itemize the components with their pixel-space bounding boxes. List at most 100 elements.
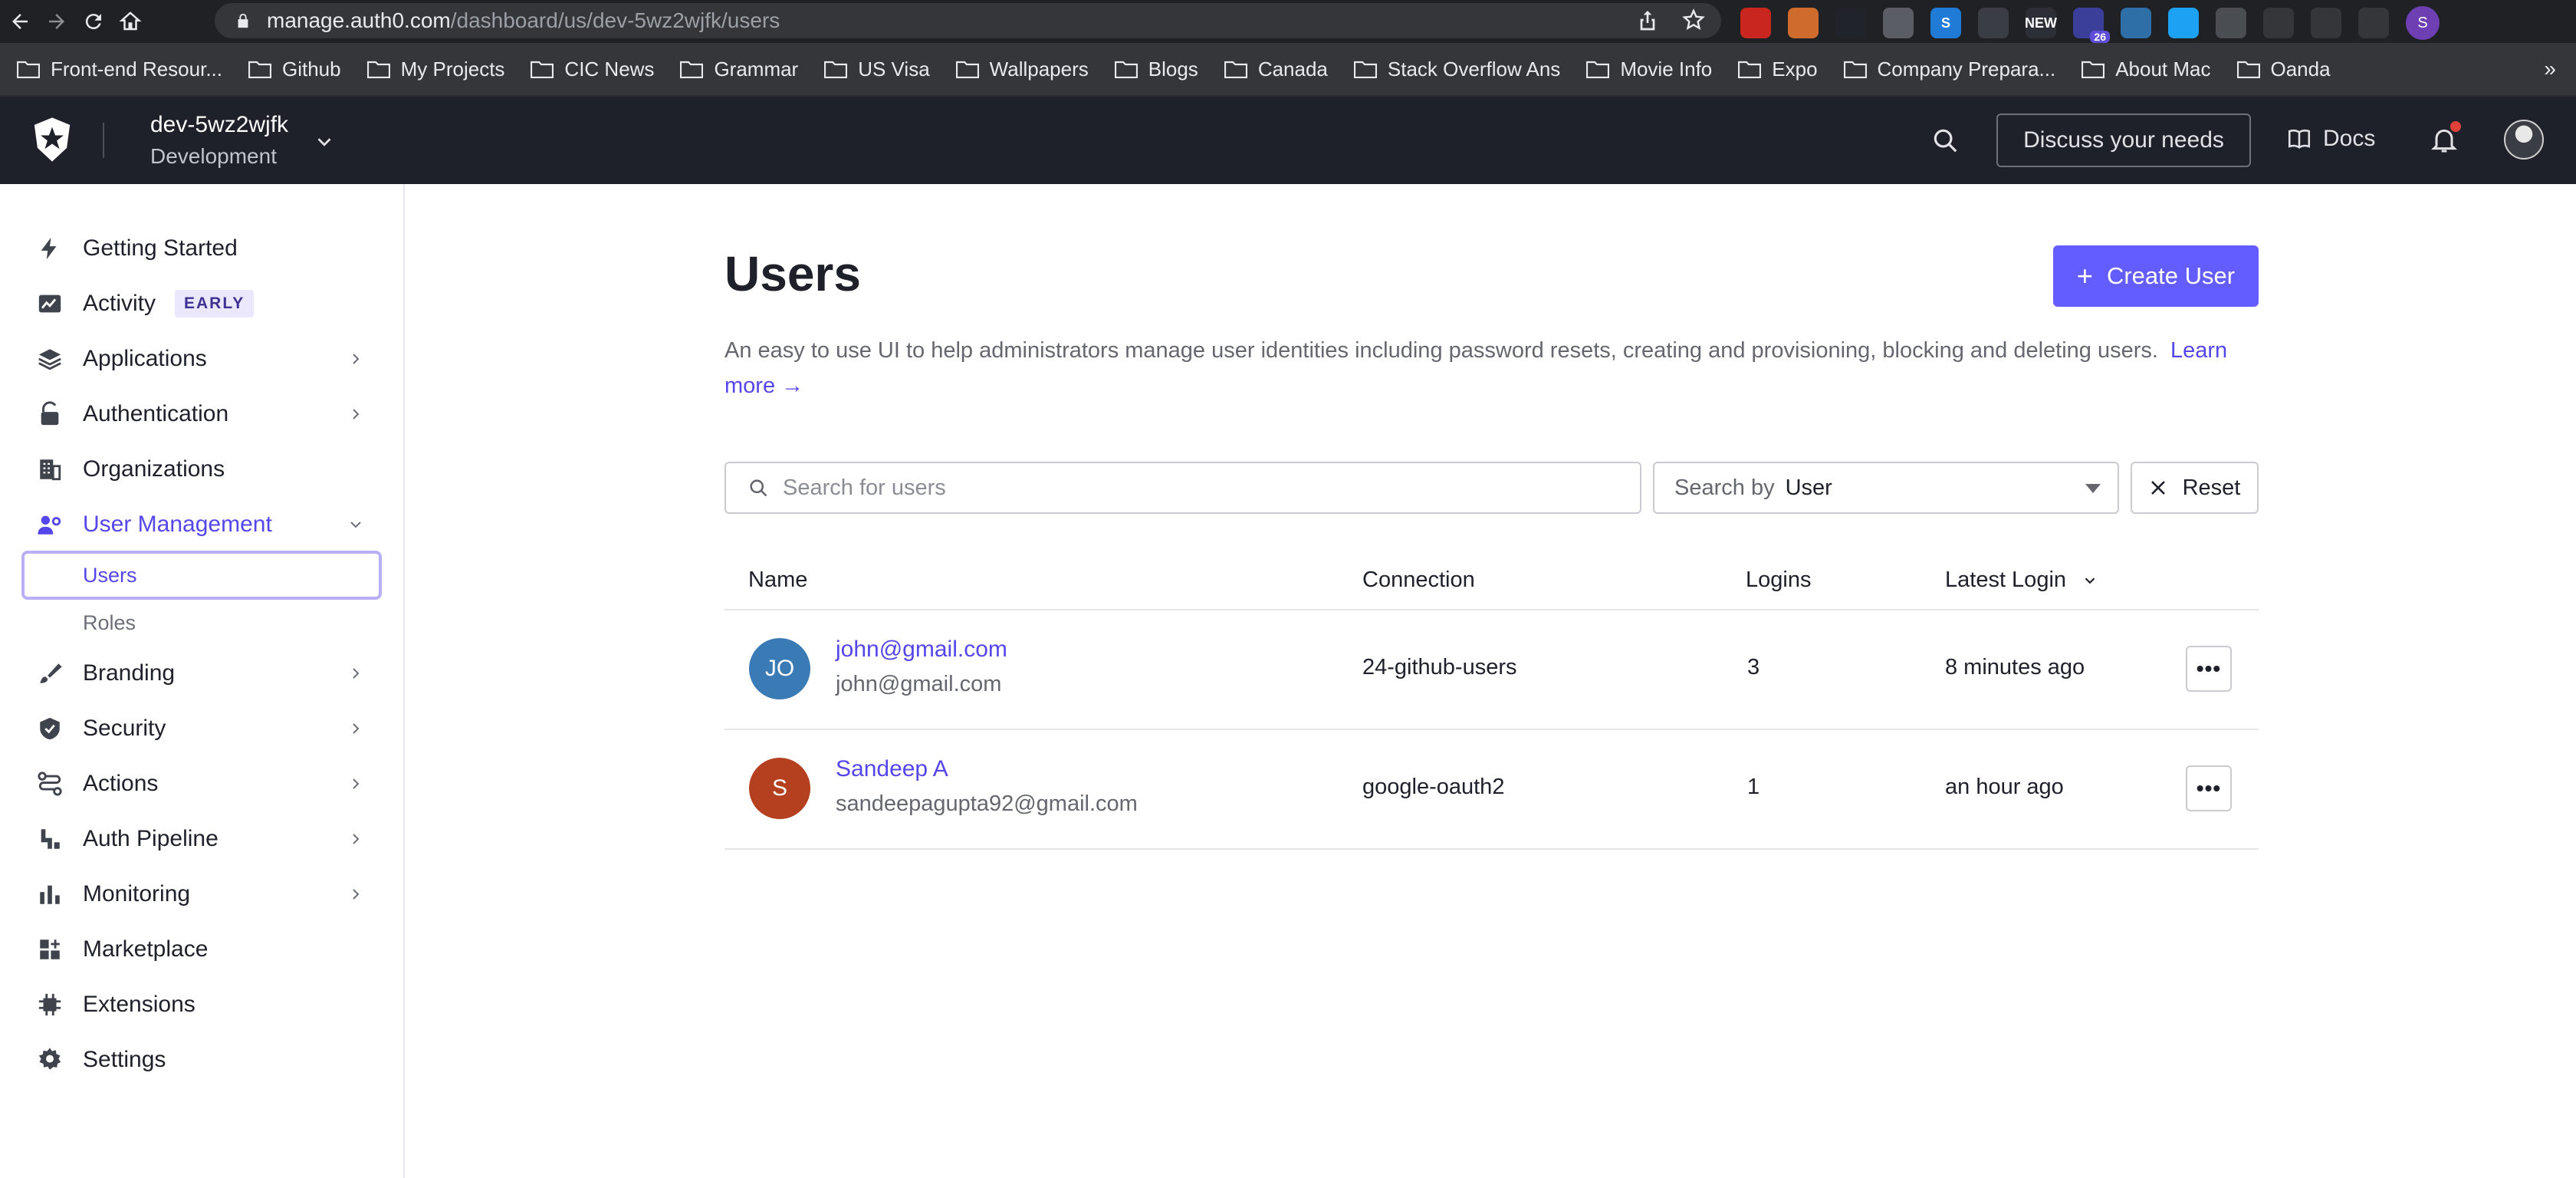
header-divider	[103, 123, 104, 158]
sidebar-item-organizations[interactable]: Organizations	[0, 445, 405, 494]
activity-chart-icon	[35, 289, 64, 318]
home-button[interactable]	[113, 5, 147, 38]
bookmark-label: Company Prepara...	[1877, 57, 2056, 81]
sidebar-item-label: Marketplace	[83, 936, 209, 962]
sidepanel-icon[interactable]	[2358, 8, 2389, 38]
new-icon[interactable]: NEW	[2025, 8, 2057, 38]
folder-icon	[955, 61, 979, 78]
pipeline-icon	[35, 824, 64, 854]
sidebar-item-monitoring[interactable]: Monitoring	[0, 870, 405, 919]
bookmark-label: Expo	[1772, 57, 1818, 81]
search-by-select[interactable]: Search by User	[1653, 462, 2119, 514]
tenant-name[interactable]: dev-5wz2wjfk	[150, 112, 288, 138]
row-actions-button[interactable]: •••	[2186, 646, 2232, 692]
table-row[interactable]: JO john@gmail.com john@gmail.com 24-gith…	[724, 610, 2259, 730]
bookmark-item[interactable]: US Visa	[824, 58, 930, 81]
bookmark-item[interactable]: Oanda	[2236, 58, 2331, 81]
browser-profile-avatar[interactable]: S	[2406, 6, 2440, 40]
building-icon	[35, 455, 64, 484]
table-row[interactable]: S Sandeep A sandeepagupta92@gmail.com go…	[724, 730, 2259, 850]
globe-icon[interactable]	[2216, 8, 2246, 38]
ublock-icon[interactable]	[1740, 8, 1771, 38]
sidebar-item-applications[interactable]: Applications	[0, 334, 405, 383]
header-search-icon[interactable]	[1930, 126, 1960, 155]
sidebar-item-branding[interactable]: Branding	[0, 649, 405, 698]
reload-icon	[85, 14, 101, 30]
address-bar[interactable]: manage.auth0.com/dashboard/us/dev-5wz2wj…	[215, 3, 1721, 38]
row-actions-button[interactable]: •••	[2186, 765, 2232, 811]
user-name-link[interactable]: Sandeep A	[836, 756, 948, 782]
reload-button[interactable]	[77, 5, 110, 38]
cloud-icon[interactable]	[1978, 8, 2009, 38]
bookmark-item[interactable]: Github	[248, 58, 341, 81]
sort-chevron-down-icon[interactable]	[2082, 572, 2098, 589]
react-icon[interactable]	[1835, 8, 1866, 38]
counter-ext-icon[interactable]: 26	[2073, 8, 2110, 43]
sidebar-item-authentication[interactable]: Authentication	[0, 390, 405, 439]
search-users-field[interactable]	[724, 462, 1641, 514]
bookmark-list: Front-end Resour... Github My Projects CIC …	[17, 58, 2357, 81]
sidebar-item-security[interactable]: Security	[0, 704, 405, 753]
sidebar-item-auth-pipeline[interactable]: Auth Pipeline	[0, 814, 405, 864]
bookmarks-bar: Front-end Resour... Github My Projects CIC …	[0, 43, 2576, 97]
forward-button[interactable]	[40, 5, 74, 38]
column-header-latest-login[interactable]: Latest Login	[1945, 568, 2066, 593]
bookmark-item[interactable]: My Projects	[366, 58, 504, 81]
share-icon[interactable]	[1635, 8, 1660, 32]
puzzle-icon[interactable]	[2263, 8, 2294, 38]
bookmark-label: Blogs	[1148, 57, 1198, 81]
gear-icon	[35, 1045, 64, 1074]
feather-icon[interactable]	[2168, 8, 2199, 38]
plus-icon: +	[2076, 260, 2093, 291]
sidebar-item-actions[interactable]: Actions	[0, 759, 405, 808]
bookmark-item[interactable]: Stack Overflow Ans	[1353, 58, 1560, 81]
discuss-needs-button[interactable]: Discuss your needs	[1996, 114, 2251, 167]
user-avatar[interactable]	[2504, 120, 2544, 160]
bookmark-item[interactable]: Blogs	[1114, 57, 1198, 81]
bookmark-item[interactable]: Company Prepara...	[1843, 57, 2056, 81]
image-icon[interactable]	[2121, 8, 2151, 38]
bookmark-item[interactable]: CIC News	[531, 58, 654, 81]
user-logins: 3	[1747, 655, 1760, 679]
dropdown-caret-icon	[2085, 484, 2101, 493]
pen-icon[interactable]	[1883, 8, 1914, 38]
bookmark-item[interactable]: Front-end Resour...	[17, 58, 222, 81]
bookmark-label: Movie Info	[1620, 57, 1713, 81]
bookmark-item[interactable]: Expo	[1738, 57, 1818, 81]
bookmark-item[interactable]: Wallpapers	[955, 58, 1089, 81]
sidebar-subitem-roles[interactable]: Roles	[21, 598, 382, 647]
cookie-icon[interactable]	[1788, 8, 1819, 38]
sidebar-item-user-management[interactable]: User Management	[0, 500, 405, 549]
s-logo-icon[interactable]: S	[1930, 8, 1961, 38]
bookmark-label: Canada	[1257, 57, 1328, 81]
sidebar-item-settings[interactable]: Settings	[0, 1035, 405, 1084]
user-connection: 24-github-users	[1362, 655, 1517, 679]
sidebar-item-extensions[interactable]: Extensions	[0, 980, 405, 1029]
sidebar-subitem-users[interactable]: Users	[21, 551, 382, 600]
reset-button[interactable]: Reset	[2131, 462, 2259, 514]
bookmark-item[interactable]: Movie Info	[1586, 58, 1712, 81]
back-button[interactable]	[3, 5, 37, 38]
star-icon[interactable]	[1681, 8, 1706, 32]
sidebar-item-marketplace[interactable]: Marketplace	[0, 925, 405, 974]
auth0-logo-icon[interactable]	[31, 117, 74, 163]
sidebar-item-getting-started[interactable]: Getting Started	[0, 224, 405, 273]
chevron-right-icon	[353, 668, 360, 679]
bookmark-item[interactable]: About Mac	[2082, 58, 2211, 81]
playlist-icon[interactable]	[2311, 8, 2341, 38]
sidebar-item-activity[interactable]: Activity EARLY	[0, 279, 405, 328]
user-name-link[interactable]: john@gmail.com	[836, 637, 1007, 663]
docs-link[interactable]: Docs	[2286, 126, 2375, 152]
tenant-environment[interactable]: Development	[150, 144, 277, 169]
folder-icon	[824, 61, 848, 78]
bookmark-item[interactable]: Canada	[1224, 58, 1328, 81]
tenant-chevron-down-icon[interactable]	[313, 130, 336, 153]
folder-icon	[1586, 61, 1610, 78]
sidebar-item-label: Monitoring	[83, 881, 191, 907]
bookmarks-overflow-button[interactable]: »	[2544, 57, 2556, 81]
notification-dot	[2450, 121, 2461, 132]
search-input[interactable]	[783, 475, 1611, 501]
bookmark-item[interactable]: Grammar	[680, 58, 798, 81]
create-user-button[interactable]: + Create User	[2053, 245, 2259, 307]
sidebar-item-label: User Management	[83, 512, 272, 537]
